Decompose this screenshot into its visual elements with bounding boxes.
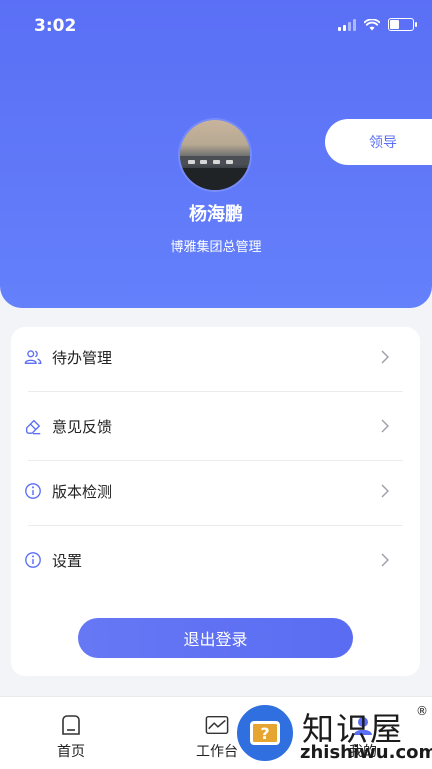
- users-icon: [24, 350, 42, 364]
- menu-item-label: 待办管理: [52, 348, 113, 367]
- user-name: 杨海鹏: [189, 204, 243, 225]
- menu-item-todo[interactable]: 待办管理: [17, 325, 392, 389]
- organization-label: 博雅集团总管理: [170, 240, 262, 255]
- menu-item-label: 设置: [52, 551, 83, 570]
- menu-item-settings[interactable]: 设置: [17, 528, 392, 592]
- logout-button[interactable]: 退出登录: [78, 618, 353, 658]
- status-time: 3:02: [34, 16, 77, 36]
- menu-item-version-check[interactable]: 版本检测: [17, 459, 392, 523]
- watermark-logo: ?: [234, 702, 296, 764]
- wifi-icon: [364, 18, 380, 30]
- info-icon: [25, 552, 41, 568]
- chevron-right-icon: [381, 553, 389, 567]
- status-bar: 3:02: [0, 0, 432, 52]
- registered-mark: ®: [416, 704, 428, 718]
- info-icon: [25, 483, 41, 499]
- eraser-icon: [26, 419, 41, 435]
- divider: [28, 525, 403, 526]
- signal-icon: [338, 18, 356, 31]
- divider: [28, 391, 403, 392]
- chevron-right-icon: [381, 484, 389, 498]
- avatar[interactable]: [180, 120, 250, 190]
- chevron-right-icon: [381, 419, 389, 433]
- question-icon: ?: [250, 721, 280, 745]
- profile-header: 3:02 杨海鹏 博雅集团总管理 领导: [0, 0, 432, 308]
- watermark-url: zhishiwu.com: [300, 742, 432, 763]
- menu-item-label: 版本检测: [52, 482, 113, 501]
- chevron-right-icon: [381, 350, 389, 364]
- battery-icon: [388, 18, 417, 31]
- status-icons: [338, 18, 417, 31]
- chart-icon: [205, 715, 229, 735]
- role-tag-label: 领导: [369, 135, 397, 151]
- tab-label: 首页: [57, 744, 85, 760]
- role-tag[interactable]: 领导: [325, 119, 432, 165]
- menu-item-feedback[interactable]: 意见反馈: [17, 394, 392, 458]
- menu-item-label: 意见反馈: [52, 417, 113, 436]
- tab-home[interactable]: 首页: [21, 697, 121, 769]
- home-icon: [62, 715, 80, 735]
